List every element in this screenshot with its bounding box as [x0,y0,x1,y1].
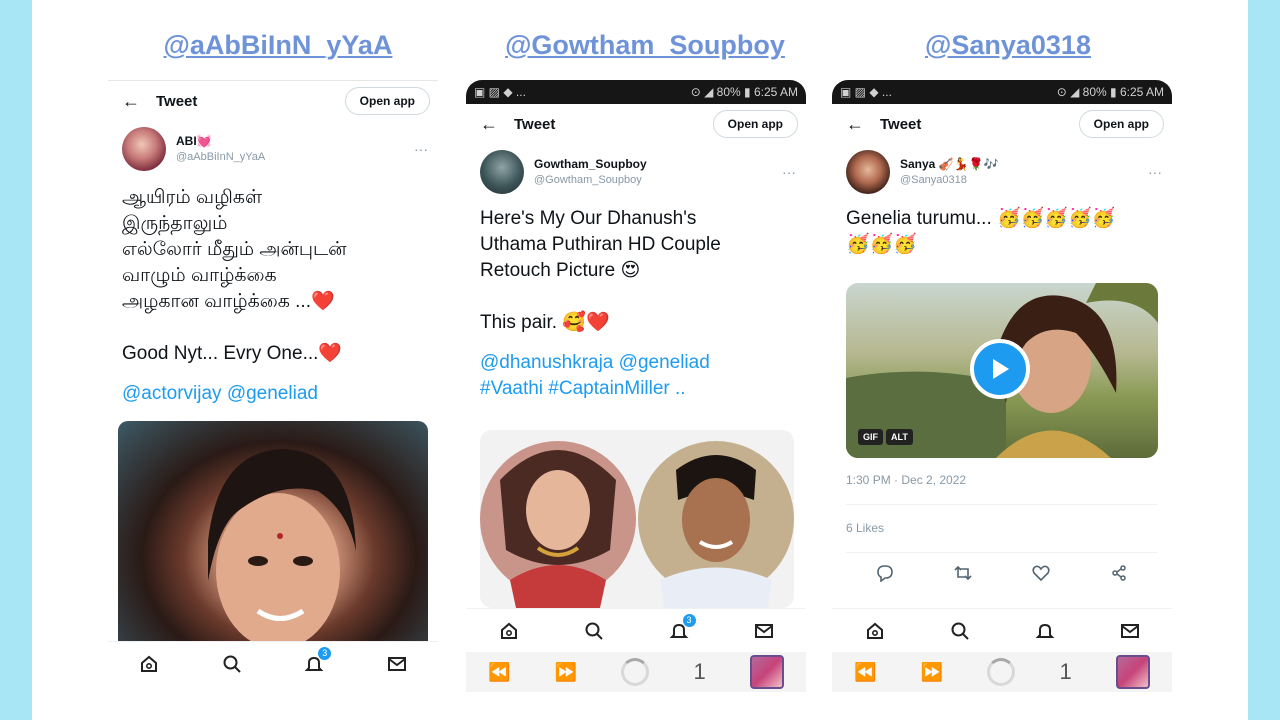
tweet-text: Here's My Our Dhanush's Uthama Puthiran … [480,208,721,333]
arrow-left-icon[interactable]: ← [480,114,514,135]
tweet-header-title: Tweet [880,115,922,133]
mail-icon[interactable] [753,620,775,642]
mail-icon[interactable] [386,653,408,675]
couple-retouch-illustration [480,441,794,608]
more-options-icon[interactable]: ··· [782,164,796,180]
browser-toolbar: ⏪ ⏩ 1 [832,652,1172,692]
tweet-mentions[interactable]: @dhanushkraja @geneliad #Vaathi #Captain… [466,350,806,402]
tweet-video[interactable]: GIF ALT [846,283,1158,458]
panel-3-phone: ▣ ▨ ◆ ... ⊙ ◢ 80% ▮ 6:25 AM ← Tweet Open… [832,80,1172,692]
gif-badge: GIF [858,429,883,445]
panel-2-phone: ▣ ▨ ◆ ... ⊙ ◢ 80% ▮ 6:25 AM ← Tweet Open… [466,80,806,692]
bell-icon[interactable]: 3 [668,613,696,642]
status-bar: ▣ ▨ ◆ ... ⊙ ◢ 80% ▮ 6:25 AM [832,80,1172,104]
avatar[interactable] [480,150,524,194]
bottom-navigation: 3 [466,608,806,652]
bell-icon[interactable]: 3 [303,646,332,675]
tweet-header-title: Tweet [156,92,198,110]
alt-badge[interactable]: ALT [886,429,913,445]
right-cyan-border [1248,0,1280,720]
author-handle: @Gowtham_Soupboy [534,173,642,186]
play-icon [993,359,1009,379]
open-app-button[interactable]: Open app [712,110,798,138]
home-icon[interactable] [498,620,520,642]
search-icon[interactable] [583,620,605,642]
panel-2-handle-title[interactable]: @Gowtham_Soupboy [480,30,810,61]
status-bar-right: ⊙ ◢ 80% ▮ 6:25 AM [1056,85,1164,99]
tweet-text: ஆயிரம் வழிகள் இருந்தாலும் எல்லோர் மீதும்… [122,187,347,364]
tweet-timestamp[interactable]: 1:30 PM · Dec 2, 2022 [846,473,966,487]
tab-count[interactable]: 1 [1059,659,1071,685]
rewind-icon[interactable]: ⏪ [854,662,876,683]
avatar[interactable] [122,127,166,171]
author-display-name: ABI💓 [176,134,212,149]
tweet-author[interactable]: Sanya 🎻💃🌹🎶 @Sanya0318 ··· [832,144,1172,200]
like-icon[interactable] [1032,564,1050,587]
tweet-text: Genelia turumu... 🥳🥳🥳🥳🥳 🥳🥳🥳 [846,208,1116,255]
bottom-navigation: 3 [108,641,438,685]
share-icon[interactable] [1110,564,1128,587]
avatar[interactable] [846,150,890,194]
status-bar-left: ▣ ▨ ◆ ... [474,85,526,99]
tweet-author[interactable]: Gowtham_Soupboy @Gowtham_Soupboy ··· [466,144,806,200]
status-bar-left: ▣ ▨ ◆ ... [840,85,892,99]
mail-icon[interactable] [1119,620,1141,642]
profile-thumbnail[interactable] [749,655,784,689]
fast-forward-icon[interactable]: ⏩ [921,662,943,683]
home-icon[interactable] [138,653,160,675]
profile-thumbnail[interactable] [1115,655,1150,689]
portrait-illustration [208,449,356,641]
tweet-header-title: Tweet [514,115,556,133]
home-icon[interactable] [864,620,886,642]
status-bar-right: ⊙ ◢ 80% ▮ 6:25 AM [690,85,798,99]
tweet-header: ← Tweet Open app [466,104,806,144]
loading-spinner-icon [987,658,1016,686]
tweet-mentions[interactable]: @actorvijay @geneliad [108,381,438,407]
arrow-left-icon[interactable]: ← [122,91,156,112]
panel-1-phone: ← Tweet Open app ABI💓 @aAbBiInN_yYaA ···… [108,80,438,692]
panel-1-handle-title[interactable]: @aAbBiInN_yYaA [118,30,438,61]
more-options-icon[interactable]: ··· [414,141,428,157]
bell-icon[interactable] [1034,620,1056,642]
tweet-photo[interactable] [118,421,428,641]
panel-3-handle-title[interactable]: @Sanya0318 [858,30,1158,61]
divider [846,552,1158,553]
arrow-left-icon[interactable]: ← [846,114,880,135]
tweet-author[interactable]: ABI💓 @aAbBiInN_yYaA ··· [108,121,438,177]
rewind-icon[interactable]: ⏪ [488,662,510,683]
tweet-header: ← Tweet Open app [832,104,1172,144]
open-app-button[interactable]: Open app [344,87,430,115]
tweet-actions [846,560,1158,590]
tweet-photo-couple[interactable] [480,430,794,608]
left-cyan-border [0,0,32,720]
notification-badge: 3 [318,646,332,660]
tweet-header: ← Tweet Open app [108,81,438,121]
open-app-button[interactable]: Open app [1078,110,1164,138]
notification-badge: 3 [682,613,696,627]
bottom-navigation [832,608,1172,652]
author-display-name: Gowtham_Soupboy [534,157,647,172]
status-bar: ▣ ▨ ◆ ... ⊙ ◢ 80% ▮ 6:25 AM [466,80,806,104]
tab-count[interactable]: 1 [693,659,705,685]
reply-icon[interactable] [876,564,894,587]
divider [846,504,1158,505]
fast-forward-icon[interactable]: ⏩ [555,662,577,683]
more-options-icon[interactable]: ··· [1148,164,1162,180]
likes-count[interactable]: 6 Likes [846,521,884,535]
author-display-name: Sanya 🎻💃🌹🎶 [900,157,999,172]
loading-spinner-icon [621,658,650,686]
browser-toolbar: ⏪ ⏩ 1 [466,652,806,692]
retweet-icon[interactable] [954,564,972,587]
author-handle: @aAbBiInN_yYaA [176,150,266,163]
search-icon[interactable] [949,620,971,642]
search-icon[interactable] [221,653,243,675]
author-handle: @Sanya0318 [900,173,967,186]
play-button[interactable] [970,339,1030,399]
